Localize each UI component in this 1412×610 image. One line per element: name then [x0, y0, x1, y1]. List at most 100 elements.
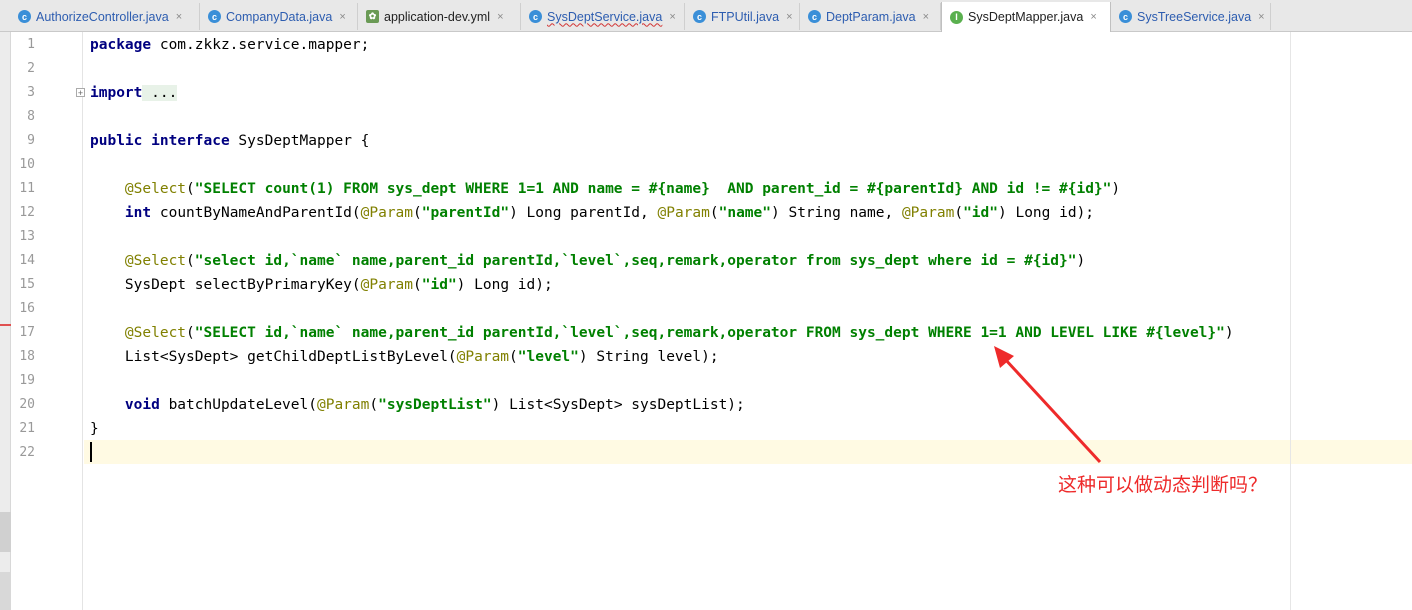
- line-number: 17: [19, 325, 35, 340]
- code-editor[interactable]: package com.zkkz.service.mapper; import …: [84, 32, 1412, 610]
- line-number: 15: [19, 277, 35, 292]
- tab-application-dev-yml[interactable]: ✿ application-dev.yml ×: [358, 3, 521, 30]
- line-number: 18: [19, 349, 35, 364]
- line-number: 20: [19, 397, 35, 412]
- string-literal: "parentId": [421, 205, 510, 221]
- tab-label: SysTreeService.java: [1137, 9, 1252, 24]
- keyword: import: [90, 85, 143, 101]
- text-caret: [90, 442, 92, 462]
- code-text: SysDept selectByPrimaryKey(: [124, 277, 361, 293]
- line-number: 9: [27, 133, 35, 148]
- class-icon: c: [529, 10, 542, 23]
- code-line: public interface SysDeptMapper {: [90, 129, 369, 153]
- close-icon[interactable]: ×: [1258, 11, 1264, 23]
- tool-strip-block: [0, 572, 11, 610]
- code-text: ) String level);: [578, 349, 719, 365]
- string-literal: "id": [421, 277, 457, 293]
- code-text: ) Long id);: [998, 205, 1095, 221]
- close-icon[interactable]: ×: [339, 11, 345, 23]
- string-literal: "level": [517, 349, 579, 365]
- code-text: countByNameAndParentId(: [151, 205, 361, 221]
- code-line: @Select("select id,`name` name,parent_id…: [124, 253, 1086, 269]
- close-icon[interactable]: ×: [923, 11, 929, 23]
- string-literal: "select id,`name` name,parent_id parentI…: [194, 253, 1077, 269]
- code-text: ) Long id);: [456, 277, 553, 293]
- close-icon[interactable]: ×: [497, 11, 503, 23]
- code-line: @Select("SELECT count(1) FROM sys_dept W…: [124, 181, 1121, 197]
- folded-imports[interactable]: ...: [142, 85, 178, 101]
- line-number: 13: [19, 229, 35, 244]
- annotation: @Param: [456, 349, 510, 365]
- close-icon[interactable]: ×: [1090, 11, 1096, 23]
- keyword: void: [124, 397, 160, 413]
- line-number: 10: [19, 157, 35, 172]
- code-text: batchUpdateLevel(: [159, 397, 317, 413]
- annotation: @Param: [360, 277, 414, 293]
- code-line: void batchUpdateLevel(@Param("sysDeptLis…: [124, 397, 745, 413]
- string-literal: "SELECT id,`name` name,parent_id parentI…: [194, 325, 1225, 341]
- close-icon[interactable]: ×: [786, 11, 792, 23]
- annotation: @Select: [124, 181, 187, 197]
- string-literal: "sysDeptList": [378, 397, 492, 413]
- line-number-gutter: 1 2 3 8 9 10 11 12 13 14 15 16 17 18 19 …: [11, 32, 85, 610]
- close-icon[interactable]: ×: [176, 11, 182, 23]
- class-icon: c: [808, 10, 821, 23]
- code-line: List<SysDept> getChildDeptListByLevel(@P…: [124, 349, 719, 365]
- editor-tab-bar: c AuthorizeController.java × c CompanyDa…: [0, 0, 1412, 32]
- code-line: }: [90, 417, 99, 441]
- line-number: 14: [19, 253, 35, 268]
- annotation: @Param: [316, 397, 370, 413]
- tab-company-data[interactable]: c CompanyData.java ×: [200, 3, 358, 30]
- string-literal: "id": [963, 205, 998, 221]
- tab-label: SysDeptService.java: [547, 9, 663, 24]
- tab-sysdept-service[interactable]: c SysDeptService.java ×: [521, 3, 685, 30]
- line-number: 21: [19, 421, 35, 436]
- code-text: SysDeptMapper {: [229, 133, 370, 149]
- class-icon: c: [1119, 10, 1132, 23]
- close-icon[interactable]: ×: [669, 11, 675, 23]
- yml-file-icon: ✿: [366, 10, 379, 23]
- keyword: package: [90, 37, 152, 53]
- tab-authorize-controller[interactable]: c AuthorizeController.java ×: [10, 3, 200, 30]
- tab-label: CompanyData.java: [226, 9, 333, 24]
- code-text: }: [90, 421, 99, 437]
- line-number: 19: [19, 373, 35, 388]
- class-icon: c: [693, 10, 706, 23]
- left-tool-strip: [0, 32, 11, 610]
- code-line: @Select("SELECT id,`name` name,parent_id…: [124, 325, 1234, 341]
- tab-sysdept-mapper[interactable]: I SysDeptMapper.java ×: [941, 2, 1111, 32]
- keyword: int: [124, 205, 152, 221]
- line-number: 16: [19, 301, 35, 316]
- annotation: @Param: [901, 205, 955, 221]
- tab-ftputil[interactable]: c FTPUtil.java ×: [685, 3, 800, 30]
- annotation: @Param: [657, 205, 710, 221]
- code-text: com.zkkz.service.mapper;: [151, 37, 370, 53]
- line-number: 1: [27, 37, 35, 52]
- code-text: ) List<SysDept> sysDeptList);: [491, 397, 745, 413]
- code-text: List<SysDept> getChildDeptListByLevel(: [124, 349, 457, 365]
- error-marker: [0, 324, 11, 326]
- keyword: interface: [151, 133, 230, 149]
- annotation: @Select: [124, 253, 187, 269]
- annotation: @Param: [360, 205, 414, 221]
- tab-label: DeptParam.java: [826, 9, 916, 24]
- code-line: import ...: [90, 81, 178, 105]
- line-number: 11: [19, 181, 35, 196]
- class-icon: c: [18, 10, 31, 23]
- keyword: public: [90, 133, 143, 149]
- code-text: ) Long parentId,: [509, 205, 658, 221]
- code-text: ) String name,: [771, 205, 902, 221]
- tab-label: application-dev.yml: [384, 9, 491, 24]
- tool-strip-block: [0, 512, 11, 552]
- tab-dept-param[interactable]: c DeptParam.java ×: [800, 3, 941, 30]
- code-line: package com.zkkz.service.mapper;: [90, 33, 369, 57]
- interface-icon: I: [950, 10, 963, 24]
- tab-label: AuthorizeController.java: [36, 9, 169, 24]
- code-line: int countByNameAndParentId(@Param("paren…: [124, 205, 1095, 221]
- tab-label: FTPUtil.java: [711, 9, 780, 24]
- code-line: SysDept selectByPrimaryKey(@Param("id") …: [124, 277, 553, 293]
- tab-systree-service[interactable]: c SysTreeService.java ×: [1111, 3, 1271, 30]
- line-number: 3: [27, 85, 35, 100]
- line-number: 22: [19, 445, 35, 460]
- line-number: 12: [19, 205, 35, 220]
